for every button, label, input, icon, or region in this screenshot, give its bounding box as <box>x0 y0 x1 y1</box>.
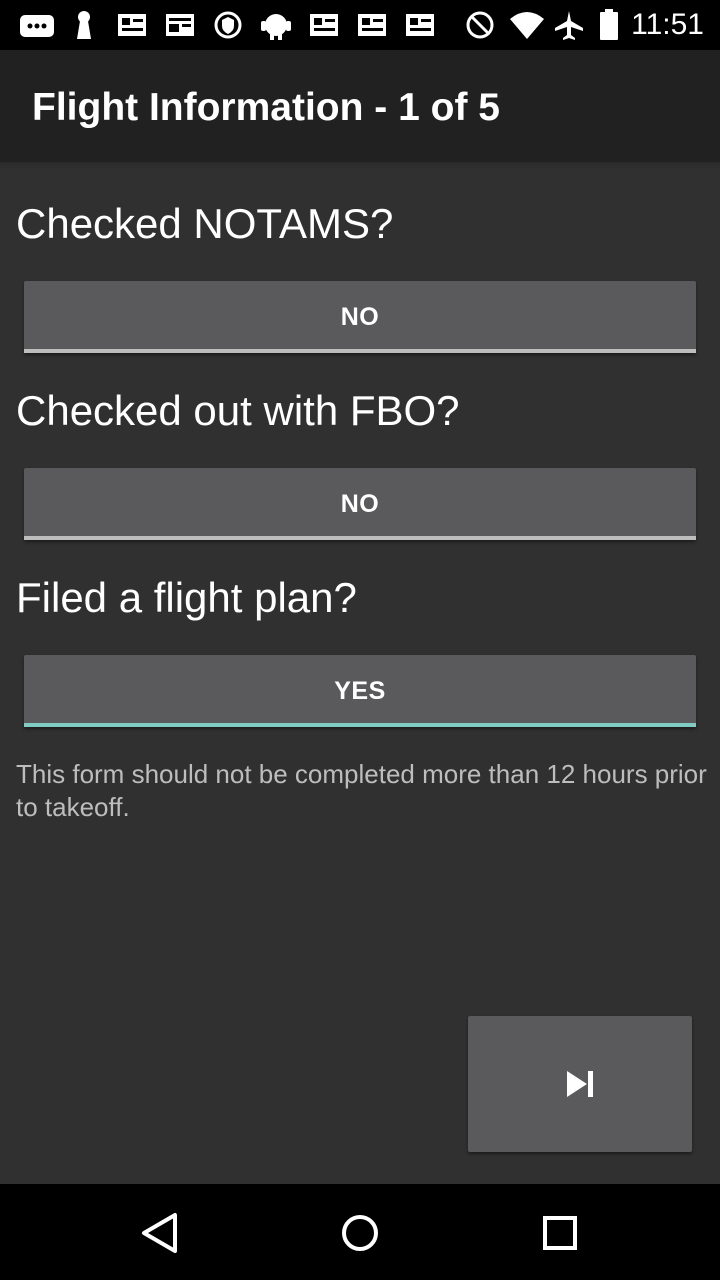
notams-toggle-value: NO <box>340 302 380 331</box>
news-icon <box>358 14 386 36</box>
toggle-indicator <box>24 349 696 353</box>
action-bar-shadow <box>0 162 720 170</box>
home-icon[interactable] <box>335 1208 385 1258</box>
question-notams-label: Checked NOTAMS? <box>16 200 394 247</box>
battery-icon <box>600 9 618 40</box>
question-fbo-label: Checked out with FBO? <box>16 387 460 434</box>
form-note: This form should not be completed more t… <box>16 759 707 822</box>
news-icon <box>310 14 338 36</box>
shield-icon <box>214 11 242 39</box>
next-button[interactable] <box>468 1016 692 1152</box>
question-flight-plan-label: Filed a flight plan? <box>16 574 357 621</box>
keyhole-icon <box>77 11 91 39</box>
navigation-bar <box>0 1184 720 1280</box>
recents-icon[interactable] <box>535 1208 585 1258</box>
status-bar: 11:51 <box>0 0 720 50</box>
fbo-toggle-value: NO <box>340 489 380 518</box>
action-bar: Flight Information - 1 of 5 <box>0 50 720 162</box>
block-icon <box>466 11 494 39</box>
airplane-icon <box>555 11 583 40</box>
news-icon <box>118 14 146 36</box>
chat-icon <box>20 15 54 37</box>
flight-plan-toggle-button[interactable]: YES <box>24 655 696 727</box>
toggle-indicator <box>24 536 696 540</box>
flight-plan-toggle-value: YES <box>334 676 386 705</box>
toggle-indicator <box>24 723 696 727</box>
android-icon <box>261 14 291 40</box>
wifi-icon <box>510 12 544 39</box>
news-icon <box>166 14 194 36</box>
news-icon <box>406 14 434 36</box>
back-icon[interactable] <box>135 1208 185 1258</box>
status-time: 11:51 <box>631 8 704 41</box>
fbo-toggle-button[interactable]: NO <box>24 468 696 540</box>
page-title: Flight Information - 1 of 5 <box>32 86 500 129</box>
notams-toggle-button[interactable]: NO <box>24 281 696 353</box>
skip-next-icon <box>567 1071 593 1097</box>
